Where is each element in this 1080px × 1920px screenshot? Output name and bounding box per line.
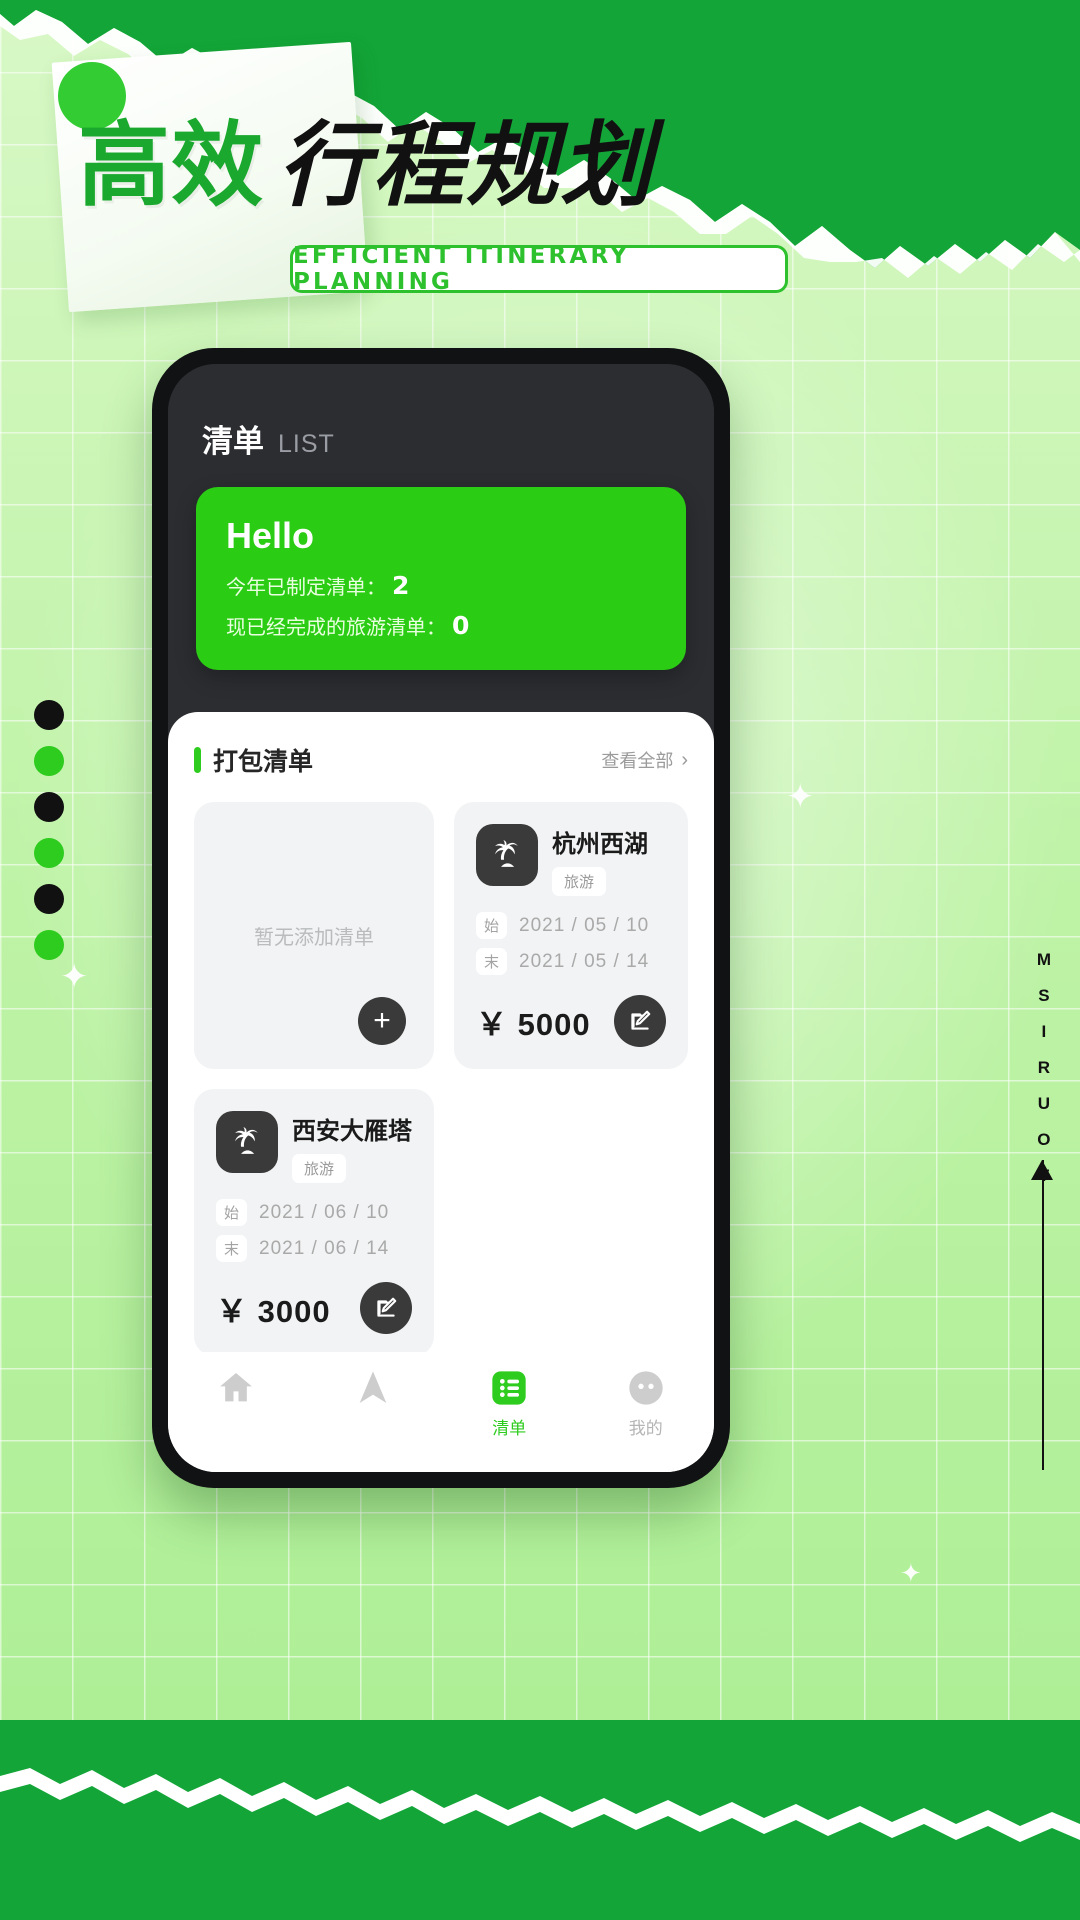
dot: [34, 930, 64, 960]
stat-label: 现已经完成的旅游清单：: [226, 615, 446, 639]
trip-name: 西安大雁塔: [292, 1117, 412, 1145]
subtitle-banner: EFFICIENT ITINERARY PLANNING: [290, 243, 788, 295]
tab-list-label: 清单: [492, 1419, 527, 1438]
vertical-tourism-text: T O U R I S M: [1037, 950, 1052, 1186]
trip-card-footer: ￥ 5000: [476, 995, 666, 1047]
trip-card-header: 杭州西湖 旅游: [476, 824, 666, 896]
start-date: 2021 / 06 / 10: [259, 1201, 390, 1223]
chevron-right-icon: ›: [681, 748, 688, 771]
dot: [34, 746, 64, 776]
view-all-button[interactable]: 查看全部 ›: [601, 747, 688, 773]
trip-price: ￥ 3000: [216, 1293, 331, 1329]
trip-tag: 旅游: [552, 867, 607, 896]
navigation-arrow-icon: [359, 1371, 387, 1403]
start-label: 始: [476, 912, 508, 939]
trip-card-titles: 杭州西湖 旅游: [552, 824, 648, 896]
trip-card-footer: ￥ 3000: [216, 1282, 412, 1334]
tab-profile-label: 我的: [628, 1419, 663, 1438]
stat-row-planned: 今年已制定清单： 2: [226, 571, 656, 600]
headline-green: 高效: [78, 112, 265, 219]
tab-navigation[interactable]: [305, 1368, 442, 1414]
tab-home[interactable]: [168, 1368, 305, 1414]
stat-row-completed: 现已经完成的旅游清单： 0: [226, 611, 656, 640]
end-date: 2021 / 06 / 14: [259, 1237, 390, 1259]
dot: [34, 792, 64, 822]
empty-state-text: 暂无添加清单: [254, 925, 374, 949]
packing-list-grid: 暂无添加清单 + 杭州西湖 旅游 始 2021 / 05 / 10 末 2021…: [194, 802, 688, 1356]
trip-name: 杭州西湖: [552, 830, 648, 858]
palm-tree-icon: [216, 1111, 278, 1173]
vertical-letter: U: [1037, 1094, 1052, 1113]
section-accent-bar: [194, 747, 201, 773]
end-label: 末: [476, 948, 508, 975]
palm-tree-icon: [476, 824, 538, 886]
add-list-button[interactable]: +: [358, 997, 406, 1045]
tab-profile[interactable]: 我的: [578, 1368, 715, 1439]
app-header: 清单 LIST: [168, 364, 714, 483]
dot: [34, 884, 64, 914]
trip-price: ￥ 5000: [476, 1006, 591, 1042]
vertical-letter: I: [1041, 1022, 1048, 1041]
phone-screen: 清单 LIST Hello 今年已制定清单： 2 现已经完成的旅游清单： 0 打…: [168, 364, 714, 1472]
plus-icon: +: [373, 1004, 391, 1037]
page-title: 高效 行程规划: [78, 120, 738, 212]
greeting-text: Hello: [226, 515, 315, 556]
section-title-group: 打包清单: [194, 742, 313, 778]
trip-card[interactable]: 西安大雁塔 旅游 始 2021 / 06 / 10 末 2021 / 06 / …: [194, 1089, 434, 1356]
edit-trip-button[interactable]: [614, 995, 666, 1047]
trip-card[interactable]: 杭州西湖 旅游 始 2021 / 05 / 10 末 2021 / 05 / 1…: [454, 802, 688, 1069]
trip-dates: 始 2021 / 06 / 10 末 2021 / 06 / 14: [216, 1199, 412, 1262]
vertical-letter: M: [1036, 950, 1052, 969]
app-title: 清单: [202, 424, 264, 460]
dot: [34, 700, 64, 730]
torn-bottom-band: [0, 1720, 1080, 1920]
vertical-letter: R: [1037, 1058, 1052, 1077]
trip-card-titles: 西安大雁塔 旅游: [292, 1111, 412, 1183]
stat-value: 0: [452, 611, 470, 640]
trip-start-row: 始 2021 / 06 / 10: [216, 1199, 412, 1226]
subtitle-text: EFFICIENT ITINERARY PLANNING: [293, 243, 630, 295]
vertical-letter: O: [1037, 1130, 1052, 1149]
trip-start-row: 始 2021 / 05 / 10: [476, 912, 666, 939]
headline-black: 行程规划: [278, 112, 655, 219]
app-title-en: LIST: [278, 430, 335, 458]
tab-list[interactable]: 清单: [441, 1368, 578, 1439]
stat-label: 今年已制定清单：: [226, 575, 386, 599]
section-header: 打包清单 查看全部 ›: [194, 742, 688, 778]
edit-trip-button[interactable]: [360, 1282, 412, 1334]
trip-dates: 始 2021 / 05 / 10 末 2021 / 05 / 14: [476, 912, 666, 975]
trip-end-row: 末 2021 / 05 / 14: [476, 948, 666, 975]
view-all-label: 查看全部: [601, 751, 674, 771]
end-date: 2021 / 05 / 14: [519, 950, 650, 972]
dot: [34, 838, 64, 868]
stat-value: 2: [392, 571, 410, 600]
up-arrow-decoration: [1031, 1160, 1053, 1470]
empty-list-card[interactable]: 暂无添加清单 +: [194, 802, 434, 1069]
sparkle-icon: ✦: [900, 1558, 922, 1588]
trip-tag: 旅游: [292, 1154, 347, 1183]
list-icon: [492, 1371, 526, 1405]
sparkle-icon: ✦: [60, 958, 89, 996]
phone-mockup: 清单 LIST Hello 今年已制定清单： 2 现已经完成的旅游清单： 0 打…: [152, 348, 730, 1488]
decorative-dot-column: [34, 700, 64, 960]
start-date: 2021 / 05 / 10: [519, 914, 650, 936]
profile-icon: [629, 1371, 663, 1405]
trip-card-header: 西安大雁塔 旅游: [216, 1111, 412, 1183]
start-label: 始: [216, 1199, 248, 1226]
section-title: 打包清单: [213, 747, 314, 776]
trip-end-row: 末 2021 / 06 / 14: [216, 1235, 412, 1262]
hello-summary-card: Hello 今年已制定清单： 2 现已经完成的旅游清单： 0: [196, 487, 686, 670]
content-sheet: 打包清单 查看全部 › 暂无添加清单 + 杭州西湖 旅游 始 2021 / 05…: [168, 712, 714, 1472]
end-label: 末: [216, 1235, 248, 1262]
bottom-tab-bar: 清单 我的: [168, 1352, 714, 1472]
vertical-letter: S: [1038, 986, 1051, 1005]
home-icon: [220, 1373, 253, 1402]
sparkle-icon: ✦: [786, 778, 815, 816]
